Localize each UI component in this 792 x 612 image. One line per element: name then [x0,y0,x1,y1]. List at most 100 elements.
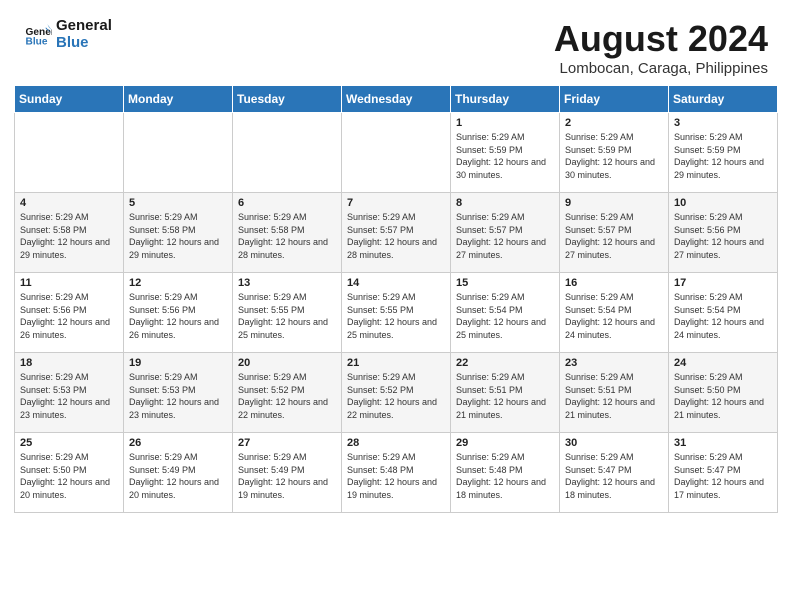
day-number: 31 [674,437,772,449]
title-block: August 2024 Lombocan, Caraga, Philippine… [554,18,768,77]
main-title: August 2024 [554,18,768,60]
day-number: 18 [20,357,118,369]
day-info: Sunrise: 5:29 AMSunset: 5:59 PMDaylight:… [456,131,554,181]
day-info: Sunrise: 5:29 AMSunset: 5:58 PMDaylight:… [129,211,227,261]
day-info: Sunrise: 5:29 AMSunset: 5:53 PMDaylight:… [129,371,227,421]
day-info: Sunrise: 5:29 AMSunset: 5:58 PMDaylight:… [238,211,336,261]
day-info: Sunrise: 5:29 AMSunset: 5:53 PMDaylight:… [20,371,118,421]
day-number: 27 [238,437,336,449]
day-number: 9 [565,197,663,209]
calendar-cell: 27Sunrise: 5:29 AMSunset: 5:49 PMDayligh… [233,433,342,513]
day-number: 1 [456,117,554,129]
calendar-cell: 31 Sunrise: 5:29 AMSunset: 5:47 PMDayligh… [669,433,778,513]
calendar-cell: 12 Sunrise: 5:29 AMSunset: 5:56 PMDayligh… [124,273,233,353]
calendar-cell: 11 Sunrise: 5:29 AMSunset: 5:56 PMDayligh… [15,273,124,353]
calendar-cell: 30Sunrise: 5:29 AMSunset: 5:47 PMDayligh… [560,433,669,513]
calendar-cell: 17Sunrise: 5:29 AMSunset: 5:54 PMDayligh… [669,273,778,353]
day-info: Sunrise: 5:29 AMSunset: 5:54 PMDaylight:… [456,291,554,341]
calendar-cell [124,113,233,193]
logo: General Blue General Blue [24,18,112,51]
day-number: 7 [347,197,445,209]
calendar-cell: 5 Sunrise: 5:29 AMSunset: 5:58 PMDaylight… [124,193,233,273]
day-info: Sunrise: 5:29 AMSunset: 5:56 PMDaylight:… [20,291,118,341]
day-info: Sunrise: 5:29 AMSunset: 5:48 PMDaylight:… [347,451,445,501]
weekday-header-row: SundayMondayTuesdayWednesdayThursdayFrid… [15,86,778,113]
logo-icon: General Blue [24,21,52,49]
day-number: 26 [129,437,227,449]
calendar-cell: 3 Sunrise: 5:29 AMSunset: 5:59 PMDaylight… [669,113,778,193]
logo-text-general: General [56,18,112,35]
day-number: 2 [565,117,663,129]
calendar-cell: 16 Sunrise: 5:29 AMSunset: 5:54 PMDayligh… [560,273,669,353]
day-info: Sunrise: 5:29 AMSunset: 5:48 PMDaylight:… [456,451,554,501]
weekday-header-sunday: Sunday [15,86,124,113]
calendar-cell: 14 Sunrise: 5:29 AMSunset: 5:55 PMDayligh… [342,273,451,353]
day-info: Sunrise: 5:29 AMSunset: 5:47 PMDaylight:… [565,451,663,501]
day-info: Sunrise: 5:29 AMSunset: 5:51 PMDaylight:… [565,371,663,421]
day-number: 3 [674,117,772,129]
day-info: Sunrise: 5:29 AMSunset: 5:59 PMDaylight:… [565,131,663,181]
calendar-cell: 20 Sunrise: 5:29 AMSunset: 5:52 PMDayligh… [233,353,342,433]
day-number: 5 [129,197,227,209]
day-info: Sunrise: 5:29 AMSunset: 5:55 PMDaylight:… [238,291,336,341]
weekday-header-monday: Monday [124,86,233,113]
day-info: Sunrise: 5:29 AMSunset: 5:57 PMDaylight:… [347,211,445,261]
calendar-week-5: 25 Sunrise: 5:29 AMSunset: 5:50 PMDayligh… [15,433,778,513]
day-info: Sunrise: 5:29 AMSunset: 5:54 PMDaylight:… [565,291,663,341]
calendar-cell: 1 Sunrise: 5:29 AMSunset: 5:59 PMDaylight… [451,113,560,193]
day-info: Sunrise: 5:29 AMSunset: 5:56 PMDaylight:… [674,211,772,261]
day-info: Sunrise: 5:29 AMSunset: 5:51 PMDaylight:… [456,371,554,421]
day-number: 21 [347,357,445,369]
day-info: Sunrise: 5:29 AMSunset: 5:47 PMDaylight:… [674,451,772,501]
logo-text-blue: Blue [56,35,112,52]
day-number: 23 [565,357,663,369]
day-number: 20 [238,357,336,369]
weekday-header-thursday: Thursday [451,86,560,113]
day-number: 25 [20,437,118,449]
day-number: 28 [347,437,445,449]
day-number: 14 [347,277,445,289]
calendar-cell: 19Sunrise: 5:29 AMSunset: 5:53 PMDayligh… [124,353,233,433]
calendar-cell: 28 Sunrise: 5:29 AMSunset: 5:48 PMDayligh… [342,433,451,513]
day-info: Sunrise: 5:29 AMSunset: 5:52 PMDaylight:… [238,371,336,421]
calendar-cell: 7 Sunrise: 5:29 AMSunset: 5:57 PMDaylight… [342,193,451,273]
calendar-week-4: 18 Sunrise: 5:29 AMSunset: 5:53 PMDayligh… [15,353,778,433]
calendar: SundayMondayTuesdayWednesdayThursdayFrid… [0,85,792,527]
day-number: 16 [565,277,663,289]
day-info: Sunrise: 5:29 AMSunset: 5:52 PMDaylight:… [347,371,445,421]
day-number: 4 [20,197,118,209]
calendar-cell: 2 Sunrise: 5:29 AMSunset: 5:59 PMDaylight… [560,113,669,193]
calendar-cell: 24Sunrise: 5:29 AMSunset: 5:50 PMDayligh… [669,353,778,433]
subtitle: Lombocan, Caraga, Philippines [554,60,768,77]
day-info: Sunrise: 5:29 AMSunset: 5:56 PMDaylight:… [129,291,227,341]
calendar-cell: 8Sunrise: 5:29 AMSunset: 5:57 PMDaylight… [451,193,560,273]
calendar-cell [342,113,451,193]
day-info: Sunrise: 5:29 AMSunset: 5:50 PMDaylight:… [20,451,118,501]
day-info: Sunrise: 5:29 AMSunset: 5:59 PMDaylight:… [674,131,772,181]
calendar-cell: 13 Sunrise: 5:29 AMSunset: 5:55 PMDayligh… [233,273,342,353]
day-number: 6 [238,197,336,209]
calendar-cell: 29 Sunrise: 5:29 AMSunset: 5:48 PMDayligh… [451,433,560,513]
day-number: 13 [238,277,336,289]
day-info: Sunrise: 5:29 AMSunset: 5:50 PMDaylight:… [674,371,772,421]
calendar-cell: 25 Sunrise: 5:29 AMSunset: 5:50 PMDayligh… [15,433,124,513]
calendar-cell: 9 Sunrise: 5:29 AMSunset: 5:57 PMDaylight… [560,193,669,273]
calendar-cell: 4 Sunrise: 5:29 AMSunset: 5:58 PMDaylight… [15,193,124,273]
day-info: Sunrise: 5:29 AMSunset: 5:57 PMDaylight:… [565,211,663,261]
calendar-cell: 6 Sunrise: 5:29 AMSunset: 5:58 PMDaylight… [233,193,342,273]
calendar-cell [233,113,342,193]
day-info: Sunrise: 5:29 AMSunset: 5:55 PMDaylight:… [347,291,445,341]
calendar-cell [15,113,124,193]
day-info: Sunrise: 5:29 AMSunset: 5:57 PMDaylight:… [456,211,554,261]
day-number: 11 [20,277,118,289]
calendar-week-3: 11 Sunrise: 5:29 AMSunset: 5:56 PMDayligh… [15,273,778,353]
calendar-table: SundayMondayTuesdayWednesdayThursdayFrid… [14,85,778,513]
day-info: Sunrise: 5:29 AMSunset: 5:58 PMDaylight:… [20,211,118,261]
calendar-week-1: 1 Sunrise: 5:29 AMSunset: 5:59 PMDaylight… [15,113,778,193]
calendar-cell: 22Sunrise: 5:29 AMSunset: 5:51 PMDayligh… [451,353,560,433]
day-number: 12 [129,277,227,289]
weekday-header-tuesday: Tuesday [233,86,342,113]
day-number: 29 [456,437,554,449]
calendar-cell: 26Sunrise: 5:29 AMSunset: 5:49 PMDayligh… [124,433,233,513]
day-number: 17 [674,277,772,289]
